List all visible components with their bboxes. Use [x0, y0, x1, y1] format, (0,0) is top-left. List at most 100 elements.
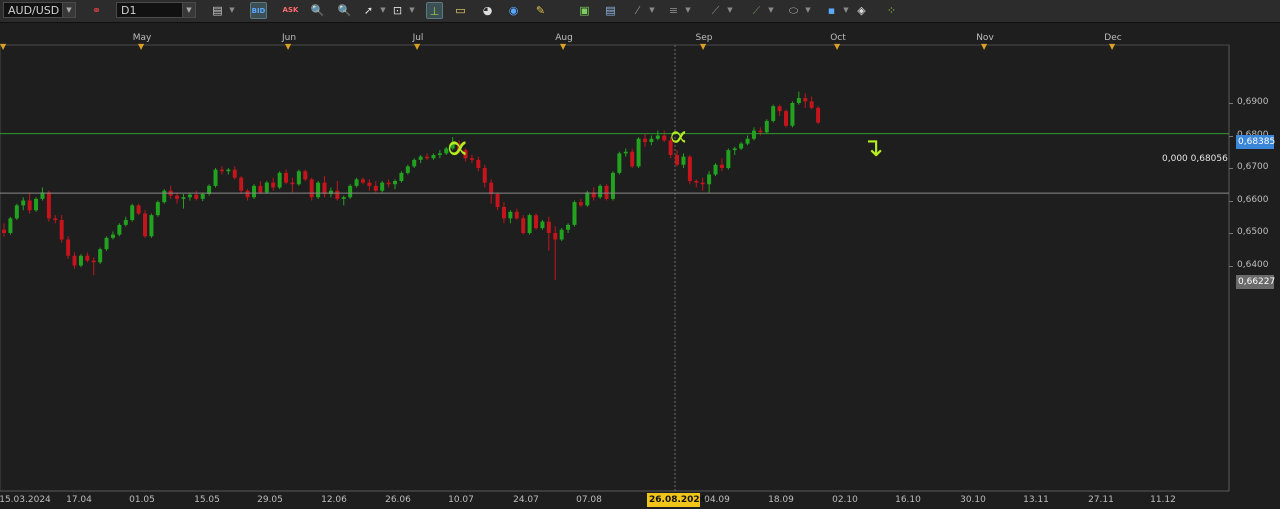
alert-tool-icon[interactable]: ▪ — [823, 2, 840, 19]
candle-body — [707, 174, 712, 185]
candle-body — [354, 179, 359, 186]
indicator-icon[interactable]: ⊥ — [426, 2, 443, 19]
candle-body — [66, 239, 71, 256]
candle-body — [527, 215, 532, 233]
shape-tool-icon[interactable]: ⬭ — [785, 2, 802, 19]
chevron-down-icon[interactable]: ▼ — [408, 2, 416, 19]
alpha-annotation-2: ∝ — [668, 119, 689, 154]
candle-body — [662, 135, 667, 141]
palette-icon[interactable]: ◕ — [479, 2, 496, 19]
down-arrow-annotation: ↴ — [862, 133, 884, 163]
chart-type-icon[interactable]: ▤ — [209, 2, 226, 19]
price-tick-label: 0,6500 — [1237, 227, 1269, 237]
candle-body — [226, 169, 231, 172]
candle-body — [559, 229, 564, 240]
candle-body — [27, 200, 32, 211]
line-tool-icon[interactable]: ⁄ — [629, 2, 646, 19]
candle-body — [2, 229, 6, 233]
candle-body — [399, 172, 404, 181]
candle-body — [341, 197, 346, 199]
candle-body — [258, 185, 263, 193]
zoom-out-icon[interactable]: 🔍 — [336, 2, 353, 19]
candle-body — [764, 120, 769, 133]
candle-body — [437, 153, 442, 155]
candle-body — [72, 255, 77, 266]
picture-icon[interactable]: ▣ — [576, 2, 593, 19]
candle-body — [630, 151, 635, 167]
bid-price-icon[interactable]: BID — [250, 2, 267, 19]
candle-body — [53, 218, 58, 220]
date-tick-label: 15.03.2024 — [0, 495, 51, 505]
candle-body — [771, 106, 776, 121]
chevron-down-icon[interactable]: ▼ — [726, 2, 734, 19]
candle-body — [751, 130, 756, 139]
candle-body — [239, 177, 244, 191]
ask-price-icon[interactable]: ASK — [282, 2, 299, 19]
chart-grid — [0, 44, 1230, 492]
candle-body — [636, 138, 641, 167]
chevron-down-icon[interactable]: ▼ — [62, 3, 75, 17]
candle-body — [784, 111, 789, 126]
candle-body — [284, 172, 289, 183]
candle-body — [514, 211, 519, 219]
candle-body — [489, 182, 494, 194]
candle-body — [335, 190, 340, 199]
candle-body — [643, 138, 647, 142]
candle-body — [8, 218, 13, 233]
pencil-icon[interactable]: ✎ — [532, 2, 549, 19]
cursor-icon[interactable]: ➚ — [360, 2, 377, 19]
chevron-down-icon[interactable]: ▼ — [228, 2, 236, 19]
price-tick-mark — [1229, 265, 1233, 267]
candle-body — [534, 215, 539, 229]
candle-body — [200, 194, 205, 199]
symbol-selector[interactable]: AUD/USD ▼ — [3, 2, 76, 18]
chevron-down-icon[interactable]: ▼ — [767, 2, 775, 19]
zoom-in-icon[interactable]: 🔍 — [309, 2, 326, 19]
crosshair-icon[interactable]: ⊡ — [389, 2, 406, 19]
chevron-down-icon[interactable]: ▼ — [842, 2, 850, 19]
month-marker-icon: ▼ — [834, 42, 841, 51]
candle-body — [585, 192, 590, 206]
candle-body — [386, 182, 391, 185]
trend-tool-icon[interactable]: ⟋ — [748, 2, 765, 19]
chevron-down-icon[interactable]: ▼ — [182, 3, 195, 17]
chevron-down-icon[interactable]: ▼ — [804, 2, 812, 19]
candle-body — [162, 190, 167, 203]
candle-body — [251, 185, 256, 198]
date-tick-label: 15.05 — [194, 495, 220, 505]
candle-body — [187, 194, 192, 198]
candle-body — [303, 171, 308, 180]
template-icon[interactable]: ▤ — [602, 2, 619, 19]
candle-body — [598, 185, 603, 198]
candle-body — [213, 169, 218, 186]
date-tick-label: 27.11 — [1088, 495, 1114, 505]
candle-body — [91, 260, 96, 263]
date-tick-label: 18.09 — [768, 495, 794, 505]
candle-body — [85, 255, 90, 261]
candle-body — [104, 237, 109, 250]
chevron-down-icon[interactable]: ▼ — [379, 2, 387, 19]
chart-toolbar: AUD/USD ▼ D1 ▼ ⚭ ▤ ▼ BID ASK 🔍 🔍 ➚ ▼ ⊡ ▼ ⊥ ▭ ◕ ◉ ✎ ▣ ▤ ⁄ ▼ ≡… — [0, 0, 1280, 23]
candle-body — [501, 207, 506, 219]
add-note-icon[interactable]: ▭ — [452, 2, 469, 19]
candle-body — [540, 221, 545, 229]
month-marker-icon: ▼ — [700, 42, 707, 51]
chevron-down-icon[interactable]: ▼ — [684, 2, 692, 19]
candle-body — [566, 224, 571, 230]
channel-tool-icon[interactable]: ≡ — [665, 2, 682, 19]
fibonacci-tool-icon[interactable]: ⟋ — [707, 2, 724, 19]
month-marker-icon: ▼ — [414, 42, 421, 51]
timeframe-value: D1 — [121, 4, 137, 17]
candle-body — [610, 172, 615, 199]
date-tick-label: 30.10 — [960, 495, 986, 505]
date-tick-label: 10.07 — [448, 495, 474, 505]
settings-dots-icon[interactable]: ⁘ — [883, 2, 900, 19]
candle-body — [175, 195, 180, 199]
top-month-bar: May ▼ Jun ▼ Jul ▼ Aug ▼ Sep ▼ Oct ▼ Nov ▼ Dec ▼ ▼ — [0, 33, 1230, 51]
eraser-icon[interactable]: ◈ — [853, 2, 870, 19]
globe-icon[interactable]: ◉ — [505, 2, 522, 19]
symbol-link-icon[interactable]: ⚭ — [88, 2, 105, 19]
price-chart[interactable] — [0, 22, 1280, 509]
timeframe-selector[interactable]: D1 ▼ — [116, 2, 196, 18]
chevron-down-icon[interactable]: ▼ — [648, 2, 656, 19]
